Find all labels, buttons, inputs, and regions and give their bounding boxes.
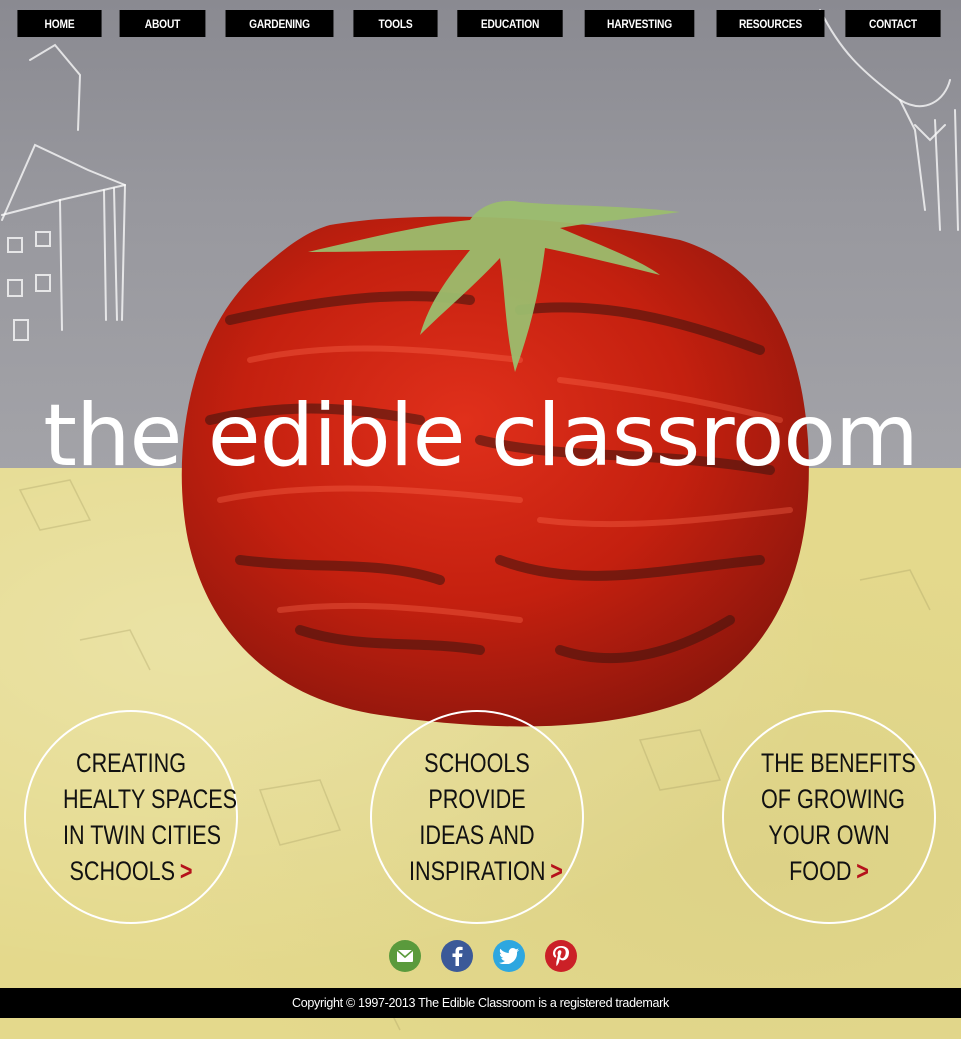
feature-line: HEALTY SPACES [63, 784, 238, 814]
site-title[interactable]: the edible classroom [0, 386, 961, 486]
feature-benefits-growing[interactable]: THE BENEFITS OF GROWING YOUR OWN FOOD > [722, 710, 936, 924]
feature-line-text: SCHOOLS [69, 856, 176, 886]
footer: Copyright © 1997-2013 The Edible Classro… [0, 988, 961, 1018]
nav-education-label: EDUCATION [480, 16, 540, 31]
nav-harvesting-label: HARVESTING [607, 16, 672, 31]
feature-line: OF GROWING [761, 784, 905, 814]
feature-line: PROVIDE [428, 784, 526, 814]
feature-benefits-growing-text: THE BENEFITS OF GROWING YOUR OWN FOOD > [761, 745, 916, 889]
feature-line-text: INSPIRATION [409, 856, 546, 886]
nav-education[interactable]: EDUCATION [457, 10, 563, 37]
nav-about[interactable]: ABOUT [119, 10, 206, 37]
feature-line: SCHOOLS [424, 748, 530, 778]
feature-line: FOOD > [761, 853, 897, 889]
feature-line: CREATING [75, 748, 186, 778]
pinterest-icon[interactable] [545, 940, 577, 972]
arrow-icon: > [179, 856, 193, 886]
nav-resources[interactable]: RESOURCES [716, 10, 825, 37]
nav-resources-label: RESOURCES [738, 16, 803, 31]
nav-tools[interactable]: TOOLS [353, 10, 438, 37]
feature-line: THE BENEFITS [761, 748, 916, 778]
feature-line-text: FOOD [789, 856, 852, 886]
nav-contact[interactable]: CONTACT [845, 10, 941, 37]
feature-healthy-spaces-text: CREATING HEALTY SPACES IN TWIN CITIES SC… [63, 745, 238, 889]
nav-gardening[interactable]: GARDENING [225, 10, 334, 37]
feature-line: IN TWIN CITIES [63, 820, 222, 850]
nav-tools-label: TOOLS [378, 16, 413, 31]
arrow-icon: > [856, 856, 869, 886]
nav-home-label: HOME [44, 16, 75, 31]
nav-contact-label: CONTACT [869, 16, 917, 31]
main-nav: HOME ABOUT GARDENING TOOLS EDUCATION HAR… [10, 10, 952, 37]
feature-healthy-spaces[interactable]: CREATING HEALTY SPACES IN TWIN CITIES SC… [24, 710, 238, 924]
nav-about-label: ABOUT [144, 16, 181, 31]
nav-gardening-label: GARDENING [249, 16, 310, 31]
feature-line: INSPIRATION > [409, 853, 563, 889]
copyright-text: Copyright © 1997-2013 The Edible Classro… [292, 996, 669, 1010]
feature-line: SCHOOLS > [63, 853, 199, 889]
nav-home[interactable]: HOME [17, 10, 102, 37]
facebook-icon[interactable] [441, 940, 473, 972]
feature-ideas-inspiration[interactable]: SCHOOLS PROVIDE IDEAS AND INSPIRATION > [370, 710, 584, 924]
twitter-icon[interactable] [493, 940, 525, 972]
feature-line: IDEAS AND [419, 820, 535, 850]
feature-ideas-inspiration-text: SCHOOLS PROVIDE IDEAS AND INSPIRATION > [409, 745, 563, 889]
nav-harvesting[interactable]: HARVESTING [584, 10, 695, 37]
email-icon[interactable] [389, 940, 421, 972]
feature-line: YOUR OWN [768, 820, 890, 850]
social-links [389, 940, 577, 972]
arrow-icon: > [550, 856, 563, 886]
